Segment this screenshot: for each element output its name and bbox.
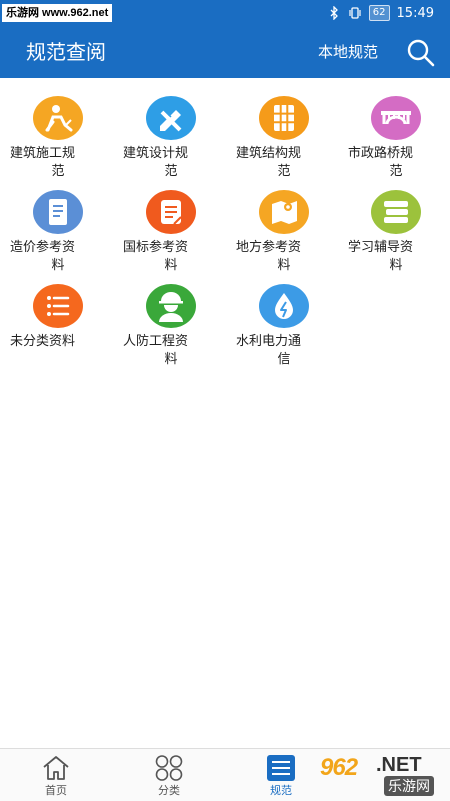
search-icon[interactable] [406, 38, 436, 68]
category-label: 学习辅导资 [348, 240, 414, 255]
category-label-line2: 范 [51, 164, 65, 179]
books-icon [371, 190, 421, 234]
category-item[interactable]: 学习辅导资料 [348, 190, 444, 280]
construction-worker-icon [33, 96, 83, 140]
app-bar: 规范查阅 本地规范 [0, 26, 450, 78]
category-label: 市政路桥规 [348, 146, 414, 161]
category-label-line2: 范 [389, 164, 403, 179]
category-label-line2: 料 [51, 258, 65, 273]
nav-category[interactable]: 分类 [134, 749, 204, 801]
map-pin-icon [259, 190, 309, 234]
category-label: 造价参考资 [10, 240, 76, 255]
category-label-line2: 料 [389, 258, 403, 273]
category-label-line2: 范 [164, 164, 178, 179]
category-item[interactable]: 建筑施工规范 [10, 96, 106, 186]
category-label: 未分类资料 [10, 334, 76, 349]
category-label: 建筑施工规 [10, 146, 76, 161]
category-item[interactable]: 未分类资料 [10, 284, 106, 374]
category-label-line2: 信 [277, 352, 291, 367]
category-item[interactable]: 建筑设计规范 [123, 96, 219, 186]
bluetooth-icon [330, 6, 338, 20]
page-title: 规范查阅 [26, 40, 106, 64]
category-label: 人防工程资 [123, 334, 189, 349]
category-label: 建筑结构规 [236, 146, 302, 161]
nav-standards[interactable]: 规范 [246, 749, 316, 801]
category-item[interactable]: 水利电力通信 [236, 284, 332, 374]
water-power-icon [259, 284, 309, 328]
category-item[interactable]: 人防工程资料 [123, 284, 219, 374]
building-grid-icon [259, 96, 309, 140]
logo-sub-text: 乐游网 [384, 776, 434, 796]
document-icon [33, 190, 83, 234]
clock: 15:49 [396, 5, 434, 21]
category-item[interactable]: 建筑结构规范 [236, 96, 332, 186]
category-label-line2: 料 [164, 258, 178, 273]
category-label: 建筑设计规 [123, 146, 189, 161]
logo-net-text: .NET [376, 754, 422, 776]
local-standards-button[interactable]: 本地规范 [318, 41, 378, 63]
logo-text: 962 [320, 754, 358, 781]
grid-icon [155, 755, 183, 781]
category-item[interactable]: 地方参考资料 [236, 190, 332, 280]
vibrate-icon [349, 7, 361, 19]
category-label: 地方参考资 [236, 240, 302, 255]
category-label: 水利电力通 [236, 334, 302, 349]
category-item[interactable]: 市政路桥规范 [348, 96, 444, 186]
bridge-icon [371, 96, 421, 140]
nav-standards-label: 规范 [270, 784, 292, 797]
nav-category-label: 分类 [158, 784, 180, 797]
status-bar: 乐游网 www.962.net 62 15:49 [0, 0, 450, 26]
category-label-line2: 范 [277, 164, 291, 179]
list-icon [33, 284, 83, 328]
category-item[interactable]: 造价参考资料 [10, 190, 106, 280]
nav-home[interactable]: 首页 [21, 749, 91, 801]
category-label-line2: 料 [164, 352, 178, 367]
home-icon [43, 756, 69, 780]
menu-icon [267, 755, 295, 781]
category-item[interactable]: 国标参考资料 [123, 190, 219, 280]
battery-indicator: 62 [368, 5, 390, 21]
nav-home-label: 首页 [45, 784, 67, 797]
ruler-pencil-icon [146, 96, 196, 140]
watermark: 乐游网 www.962.net [2, 4, 113, 22]
site-logo: 962 .NET 乐游网 [314, 752, 450, 796]
category-label: 国标参考资 [123, 240, 189, 255]
notepad-icon [146, 190, 196, 234]
helmet-person-icon [146, 284, 196, 328]
status-icons: 62 15:49 [327, 3, 434, 23]
category-label-line2: 料 [277, 258, 291, 273]
